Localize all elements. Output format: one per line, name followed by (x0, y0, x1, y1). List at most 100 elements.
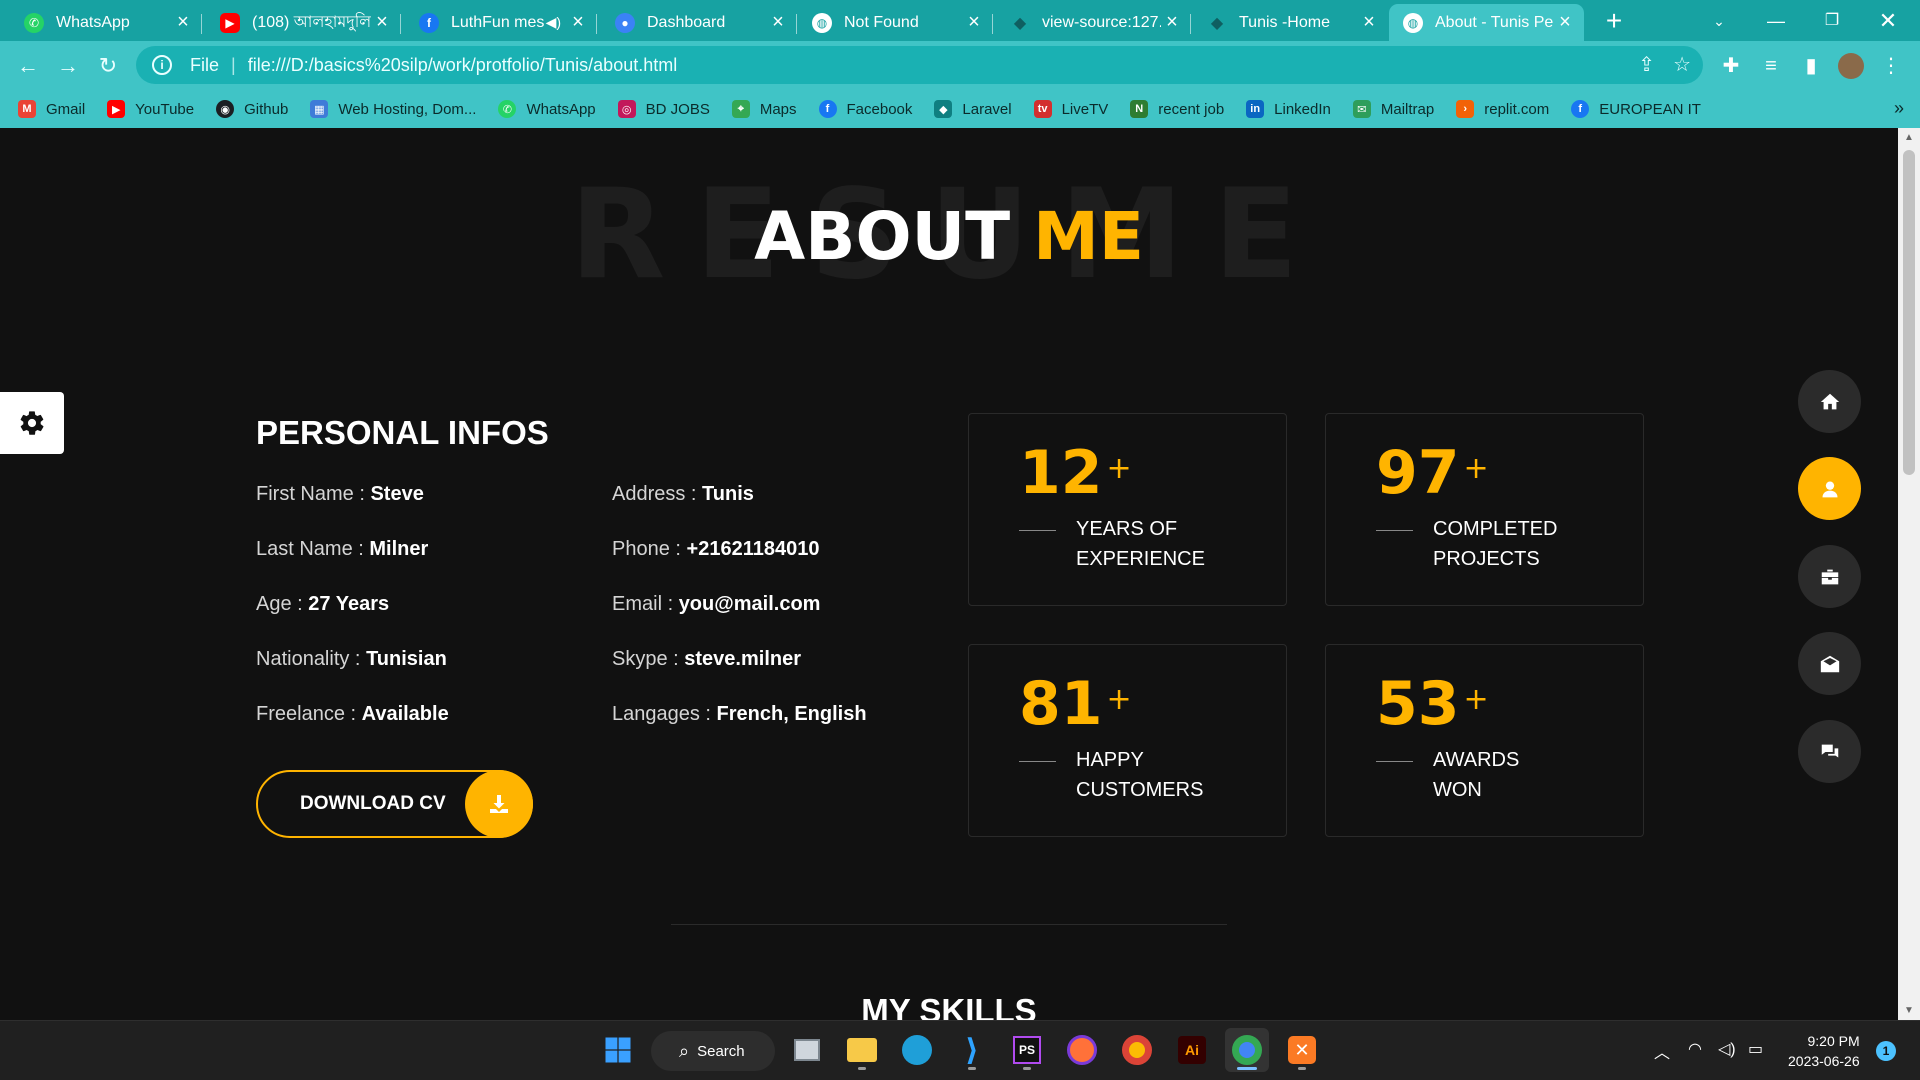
extensions-icon[interactable]: ✚ (1716, 51, 1746, 81)
laravel-icon: ◆ (1013, 14, 1027, 32)
scroll-down-icon[interactable]: ▼ (1904, 1005, 1914, 1016)
taskbar-illustrator[interactable]: Ai (1170, 1028, 1214, 1072)
bookmark-github[interactable]: ◉ Github (216, 100, 288, 118)
page-scrollbar[interactable]: ▲ ▼ (1898, 128, 1920, 1020)
bookmark-replit[interactable]: › replit.com (1456, 100, 1549, 118)
close-icon[interactable]: × (371, 11, 393, 34)
bookmark-laravel[interactable]: ◆ Laravel (934, 100, 1012, 118)
taskbar-edge[interactable] (895, 1028, 939, 1072)
info-languages: Langages : French, English (612, 703, 867, 725)
info-icon[interactable]: i (152, 55, 172, 75)
bookmark-youtube[interactable]: ▶ YouTube (107, 100, 194, 118)
more-bookmarks-icon[interactable]: » (1894, 98, 1904, 119)
nav-blog[interactable] (1798, 720, 1861, 783)
forward-icon[interactable]: → (52, 50, 84, 82)
whatsapp-icon: ✆ (498, 100, 517, 118)
close-icon[interactable]: × (172, 11, 194, 34)
bookmark-linkedin[interactable]: in LinkedIn (1246, 100, 1331, 118)
tab-view-source[interactable]: ◆ view-source:127.0 × (996, 4, 1191, 41)
bookmark-whatsapp[interactable]: ✆ WhatsApp (498, 100, 596, 118)
tab-tunis-home[interactable]: ◆ Tunis -Home × (1193, 4, 1388, 41)
taskbar-file-explorer[interactable] (840, 1028, 884, 1072)
bdjobs-icon: ◎ (617, 100, 636, 118)
start-button[interactable] (596, 1028, 640, 1072)
bookmark-web-hosting[interactable]: ▦ Web Hosting, Dom... (310, 100, 476, 118)
download-circle (465, 770, 533, 838)
illustrator-icon: Ai (1178, 1036, 1206, 1064)
tab-dashboard[interactable]: ● Dashboard × (601, 4, 797, 41)
tray-chevron-icon[interactable]: ︿ (1654, 1039, 1670, 1063)
taskbar-chrome[interactable] (1115, 1028, 1159, 1072)
info-first-name: First Name : Steve (256, 483, 424, 505)
stat-awards: 53 + awards won (1325, 644, 1644, 837)
speaker-icon[interactable]: ◀) (546, 14, 561, 31)
tab-not-found[interactable]: ◍ Not Found × (798, 4, 993, 41)
address-separator: | (231, 54, 236, 75)
minimize-icon[interactable]: — (1754, 4, 1798, 38)
nav-about[interactable] (1798, 457, 1861, 520)
restore-icon[interactable]: ❐ (1810, 4, 1854, 38)
close-icon[interactable]: × (1358, 11, 1380, 34)
chat-icon (1821, 744, 1838, 757)
share-icon[interactable]: ⇪ (1638, 52, 1655, 77)
reload-icon[interactable]: ↻ (92, 50, 124, 82)
media-control-icon[interactable]: ≡ (1756, 51, 1786, 81)
tab-about[interactable]: ◍ About - Tunis Per × (1389, 4, 1584, 41)
taskbar-phpstorm[interactable]: PS (1005, 1028, 1049, 1072)
bookmark-mailtrap[interactable]: ✉ Mailtrap (1352, 100, 1434, 118)
page-heading: RESUME ABOUT ME (0, 170, 1898, 300)
bookmark-recent-job[interactable]: Nrecent job (1130, 100, 1224, 118)
tab-search-icon[interactable]: ⌄ (1697, 4, 1741, 38)
chrome-icon (1122, 1035, 1152, 1065)
stat-label: completed projects (1433, 518, 1558, 570)
back-icon[interactable]: ← (12, 50, 44, 82)
maps-icon: ⌖ (731, 100, 750, 118)
nav-contact[interactable] (1798, 632, 1861, 695)
bookmark-star-icon[interactable]: ☆ (1673, 52, 1691, 77)
scrollbar-thumb[interactable] (1903, 150, 1915, 475)
nav-portfolio[interactable] (1798, 545, 1861, 608)
whatsapp-icon: ✆ (24, 12, 44, 33)
gmail-icon: M (18, 100, 36, 118)
scroll-up-icon[interactable]: ▲ (1904, 132, 1914, 143)
address-bar[interactable]: i File | file:///D:/basics%20silp/work/p… (136, 46, 1703, 84)
stat-number: 81 + (1019, 669, 1132, 739)
battery-icon[interactable]: ▭ (1748, 1039, 1763, 1059)
tab-whatsapp[interactable]: ✆ WhatsApp × (10, 4, 202, 41)
bookmark-gmail[interactable]: M Gmail (18, 100, 85, 118)
bookmark-facebook[interactable]: f Facebook (818, 100, 912, 118)
laravel-icon: ◆ (934, 100, 953, 118)
side-panel-icon[interactable]: ▮ (1796, 51, 1826, 81)
url-text[interactable]: file:///D:/basics%20silp/work/protfolio/… (248, 55, 678, 76)
bookmark-maps[interactable]: ⌖ Maps (731, 100, 797, 118)
task-view-button[interactable] (785, 1028, 829, 1072)
avatar[interactable] (1836, 51, 1866, 81)
close-icon[interactable]: × (1161, 11, 1183, 34)
tab-youtube[interactable]: ▶ (108) আলহামদুলিল্লাহ × (206, 4, 401, 41)
nav-home[interactable] (1798, 370, 1861, 433)
taskbar-firefox[interactable] (1060, 1028, 1104, 1072)
taskbar-search[interactable]: ⌕ Search (651, 1031, 775, 1071)
close-icon[interactable]: × (1554, 11, 1576, 34)
volume-icon[interactable]: ◁) (1718, 1039, 1736, 1059)
menu-kebab-icon[interactable]: ⋮ (1876, 51, 1906, 81)
bookmark-european-it[interactable]: f EUROPEAN IT (1571, 100, 1701, 118)
system-clock[interactable]: 9:20 PM 2023-06-26 (1788, 1031, 1860, 1071)
taskbar-xampp[interactable]: ✕ (1280, 1028, 1324, 1072)
user-icon: ● (615, 12, 635, 33)
notification-badge[interactable]: 1 (1876, 1041, 1896, 1061)
close-window-icon[interactable]: ✕ (1866, 4, 1910, 38)
settings-button[interactable] (0, 392, 64, 454)
taskbar-chrome-active[interactable] (1225, 1028, 1269, 1072)
close-icon[interactable]: × (567, 11, 589, 34)
tab-luthfun[interactable]: f LuthFun mes ◀) × (405, 4, 597, 41)
bookmark-bdjobs[interactable]: ◎ BD JOBS (617, 100, 710, 118)
close-icon[interactable]: × (963, 11, 985, 34)
download-cv-button[interactable]: DOWNLOAD CV (256, 770, 533, 838)
new-tab-button[interactable]: + (1597, 4, 1631, 38)
home-icon (1820, 393, 1839, 409)
wifi-icon[interactable]: ◠ (1688, 1039, 1702, 1059)
close-icon[interactable]: × (767, 11, 789, 34)
bookmark-livetv[interactable]: tv LiveTV (1033, 100, 1108, 118)
taskbar-vscode[interactable]: ⟩ (950, 1028, 994, 1072)
